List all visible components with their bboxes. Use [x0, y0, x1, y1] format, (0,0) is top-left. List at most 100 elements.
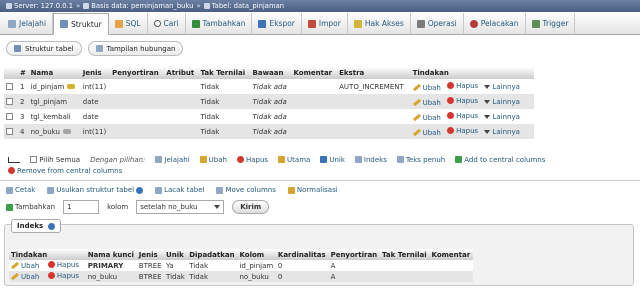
drop-column-button[interactable]: Hapus [447, 82, 478, 90]
row-checkbox[interactable] [6, 83, 13, 90]
idx-packed: Tidak [187, 260, 238, 271]
cell-attributes [164, 124, 199, 139]
bulk-actions: Pilih Semua Dengan pilihan: Jelajahi Uba… [8, 154, 634, 176]
breadcrumb-separator: » [76, 2, 81, 10]
bulk-unique-button[interactable]: Unik [320, 156, 345, 164]
breadcrumb-database[interactable]: Basis data: peminjaman_buku [83, 2, 193, 10]
cell-extra [337, 94, 411, 109]
tab-privileges[interactable]: Hak Akses [348, 13, 411, 34]
idx-key-name: PRIMARY [85, 260, 137, 271]
header-attributes: Atribut [164, 67, 199, 79]
submit-button[interactable]: Kirim [232, 200, 270, 214]
propose-structure-link[interactable]: Usulkan struktur tabel [47, 186, 144, 194]
tab-insert[interactable]: Tambahkan [186, 13, 253, 34]
check-all[interactable]: Pilih Semua [30, 156, 80, 164]
row-checkbox[interactable] [6, 128, 13, 135]
more-actions-dropdown[interactable]: Lainnya [484, 83, 520, 91]
header-default: Bawaan [250, 67, 292, 79]
help-icon[interactable] [136, 186, 144, 194]
index-key-icon [62, 129, 71, 134]
tab-triggers[interactable]: Trigger [526, 13, 576, 34]
breadcrumb: Server: 127.0.0.1 » Basis data: peminjam… [0, 0, 640, 12]
relation-icon [95, 45, 103, 52]
drop-column-button[interactable]: Hapus [447, 127, 478, 135]
drop-column-button[interactable]: Hapus [447, 112, 478, 120]
edit-index-button[interactable]: Ubah [10, 262, 39, 270]
idx-packed: Tidak [187, 271, 238, 282]
subtab-relation-view[interactable]: Tampilan hubungan [87, 41, 184, 56]
help-icon[interactable] [48, 222, 56, 230]
idx-header-packed: Dipadatkan [187, 249, 238, 260]
move-columns-link[interactable]: Move columns [216, 186, 276, 194]
bulk-browse-button[interactable]: Jelajahi [155, 156, 190, 164]
indexes-header-row: Tindakan Nama kunci Jenis Unik Dipadatka… [9, 249, 473, 260]
idx-unique: Ya [164, 260, 188, 271]
subtab-table-structure[interactable]: Struktur tabel [6, 41, 82, 56]
structure-header-row: # Nama Jenis Penyortiran Atribut Tak Ter… [4, 67, 534, 79]
tab-tracking[interactable]: Pelacakan [464, 13, 526, 34]
cell-collation [110, 124, 165, 139]
dropdown-arrow-icon [484, 130, 491, 134]
drop-column-button[interactable]: Hapus [447, 97, 478, 105]
check-all-checkbox[interactable] [30, 156, 37, 163]
normalize-link[interactable]: Normalisasi [287, 186, 338, 194]
row-checkbox[interactable] [6, 98, 13, 105]
cell-default: Tidak ada [250, 79, 292, 94]
tab-search[interactable]: Cari [148, 13, 186, 34]
more-actions-dropdown[interactable]: Lainnya [484, 128, 520, 136]
bulk-fulltext-button[interactable]: Teks penuh [396, 156, 445, 164]
main-tabs: Jelajahi Struktur SQL Cari Tambahkan Eks… [0, 13, 640, 35]
drop-index-button[interactable]: Hapus [47, 261, 79, 269]
change-column-button[interactable]: Ubah [412, 114, 441, 122]
tab-structure[interactable]: Struktur [53, 13, 109, 35]
column-position-select[interactable]: setelah no_buku [136, 200, 225, 214]
edit-index-button[interactable]: Ubah [10, 273, 39, 281]
delete-icon [447, 82, 455, 89]
idx-unique: Tidak [164, 271, 188, 282]
print-link[interactable]: Cetak [6, 186, 35, 194]
idx-key-name: no_buku [85, 271, 137, 282]
change-column-button[interactable]: Ubah [412, 129, 441, 137]
breadcrumb-table[interactable]: Tabel: data_pinjaman [203, 2, 284, 10]
tab-operations[interactable]: Operasi [411, 13, 464, 34]
cell-num: 1 [18, 79, 29, 94]
track-table-link[interactable]: Lacak tabel [155, 186, 204, 194]
tab-sql[interactable]: SQL [109, 13, 148, 34]
change-column-button[interactable]: Ubah [412, 83, 441, 92]
insert-icon [191, 19, 200, 28]
bulk-remove-central-button[interactable]: Remove from central columns [8, 167, 122, 175]
header-type: Jenis [80, 67, 111, 79]
columns-unit-label: kolom [107, 203, 129, 211]
tab-import[interactable]: Impor [302, 13, 348, 34]
breadcrumb-server[interactable]: Server: 127.0.0.1 [6, 2, 73, 10]
tab-export[interactable]: Ekspor [252, 13, 302, 34]
header-name[interactable]: Nama [28, 67, 81, 79]
row-checkbox-cell [4, 124, 18, 139]
more-actions-dropdown[interactable]: Lainnya [484, 113, 520, 121]
drop-index-button[interactable]: Hapus [47, 272, 79, 280]
change-column-button[interactable]: Ubah [412, 99, 441, 107]
bulk-actions-row: Pilih Semua Dengan pilihan: Jelajahi Uba… [8, 154, 634, 165]
bulk-primary-button[interactable]: Utama [278, 156, 310, 164]
header-comment: Komentar [291, 67, 338, 79]
bulk-index-button[interactable]: Indeks [354, 156, 387, 164]
export-icon [258, 19, 267, 28]
cell-type: int(11) [80, 124, 111, 139]
cell-actions: Ubah Hapus Lainnya [410, 94, 534, 109]
row-checkbox[interactable] [6, 113, 13, 120]
bulk-drop-button[interactable]: Hapus [236, 156, 268, 164]
chevron-down-icon [214, 205, 221, 209]
tab-browse[interactable]: Jelajahi [2, 13, 54, 34]
idx-header-cardinality: Kardinalitas [275, 249, 329, 260]
bulk-change-button[interactable]: Ubah [199, 156, 227, 164]
pencil-icon [412, 83, 421, 92]
delete-icon [447, 127, 455, 134]
idx-column: no_buku [237, 271, 276, 282]
more-actions-dropdown[interactable]: Lainnya [484, 98, 520, 106]
bulk-add-central-button[interactable]: Add to central columns [455, 156, 545, 164]
column-count-input[interactable]: 1 [63, 200, 100, 214]
operations-icon [416, 19, 425, 28]
table-row: 4 no_buku int(11) Tidak Tidak ada Ubah H… [4, 124, 534, 139]
delete-icon [236, 156, 244, 163]
import-icon [307, 19, 316, 28]
